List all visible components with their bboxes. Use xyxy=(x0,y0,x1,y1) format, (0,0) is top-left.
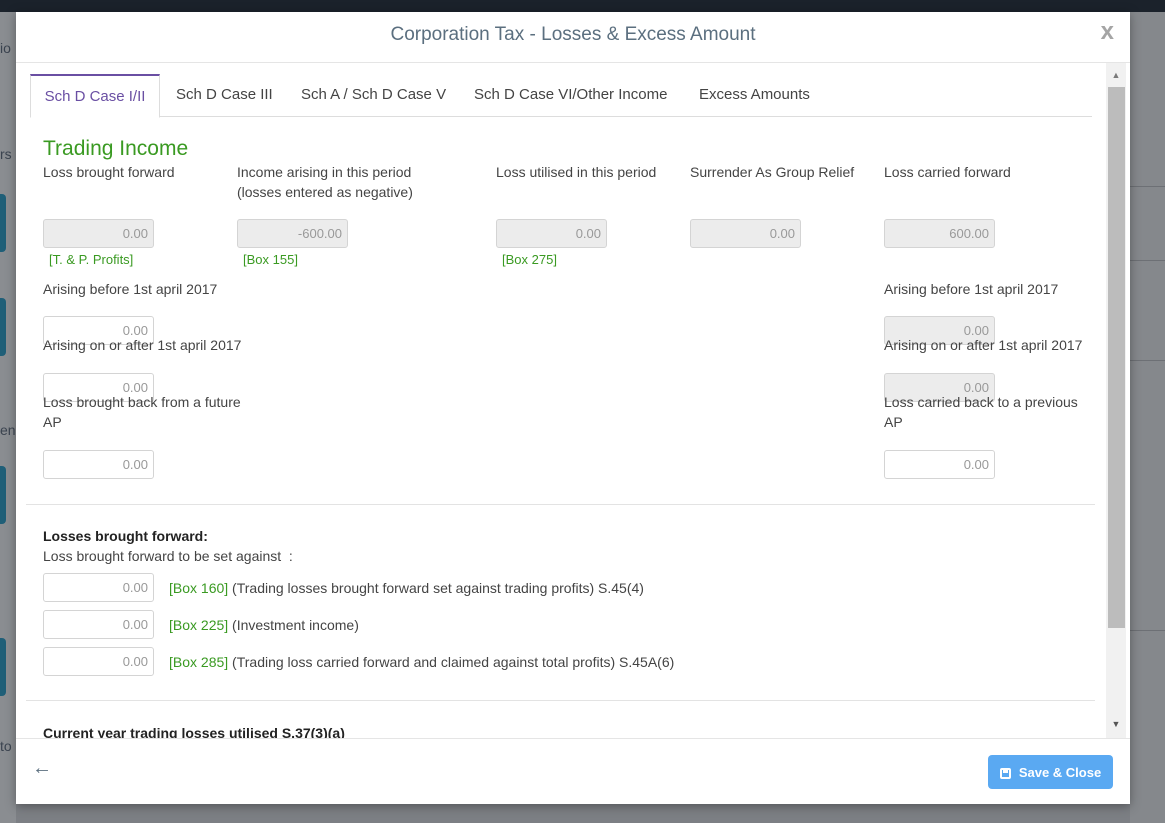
background-left-strip xyxy=(0,12,16,823)
income-arising-note: (losses entered as negative) xyxy=(237,184,413,200)
box-285-text: (Trading loss carried forward and claime… xyxy=(232,654,675,670)
box-ref-160[interactable]: [Box 160] xyxy=(169,580,228,596)
loss-carried-back-input[interactable] xyxy=(884,450,995,479)
background-card xyxy=(0,466,6,524)
box-160-input[interactable] xyxy=(43,573,154,602)
section-divider xyxy=(26,504,1095,505)
box-160-description: [Box 160] (Trading losses brought forwar… xyxy=(169,578,644,598)
loss-carried-forward-input xyxy=(884,219,995,248)
loss-brought-forward-input xyxy=(43,219,154,248)
loss-brought-back-input[interactable] xyxy=(43,450,154,479)
box-160-text: (Trading losses brought forward set agai… xyxy=(232,580,644,596)
background-right-strip xyxy=(1130,12,1165,823)
box-ref-225[interactable]: [Box 225] xyxy=(169,617,228,633)
losses-modal: Corporation Tax - Losses & Excess Amount… xyxy=(16,12,1130,804)
background-card xyxy=(0,194,6,252)
background-text: to xyxy=(0,738,12,754)
modal-body: Sch D Case I/II Sch D Case III Sch A / S… xyxy=(16,63,1130,738)
right-before-2017-label: Arising before 1st april 2017 xyxy=(884,281,1059,297)
background-card xyxy=(0,638,6,696)
background-text: rs xyxy=(0,146,12,162)
save-icon xyxy=(999,767,1011,779)
box-ref-155[interactable]: [Box 155] xyxy=(243,252,298,267)
tab-sch-d-case-iii[interactable]: Sch D Case III xyxy=(176,74,273,115)
background-text: io xyxy=(0,40,11,56)
loss-utilised-label: Loss utilised in this period xyxy=(496,164,657,180)
right-after-2017-label: Arising on or after 1st april 2017 xyxy=(884,337,1083,353)
save-and-close-label: Save & Close xyxy=(1018,764,1102,780)
box-ref-275[interactable]: [Box 275] xyxy=(502,252,557,267)
loss-brought-forward-label: Loss brought forward xyxy=(43,164,175,180)
loss-carried-back-label: Loss carried back to a previous xyxy=(884,394,1078,410)
scroll-down-arrow-icon[interactable]: ▼ xyxy=(1106,719,1126,729)
loss-brought-back-label-ap: AP xyxy=(43,414,62,430)
box-225-text: (Investment income) xyxy=(232,617,359,633)
current-year-heading: Current year trading losses utilised S.3… xyxy=(43,725,345,738)
loss-carried-forward-label: Loss carried forward xyxy=(884,164,1011,180)
background-divider xyxy=(1130,186,1165,187)
box-225-input[interactable] xyxy=(43,610,154,639)
background-topbar xyxy=(0,0,1165,12)
box-ref-285[interactable]: [Box 285] xyxy=(169,654,228,670)
loss-utilised-input xyxy=(496,219,607,248)
loss-brought-back-label: Loss brought back from a future xyxy=(43,394,241,410)
modal-footer: ← Save & Close xyxy=(16,738,1130,805)
back-arrow-icon[interactable]: ← xyxy=(32,757,52,780)
modal-header: Corporation Tax - Losses & Excess Amount… xyxy=(16,12,1130,63)
tab-bar: Sch D Case I/II Sch D Case III Sch A / S… xyxy=(30,74,1092,118)
background-divider xyxy=(1130,630,1165,631)
left-after-2017-label: Arising on or after 1st april 2017 xyxy=(43,337,242,353)
tab-sch-d-case-vi-other-income[interactable]: Sch D Case VI/Other Income xyxy=(474,74,667,115)
surrender-group-relief-label: Surrender As Group Relief xyxy=(690,164,855,180)
loss-carried-back-label-ap: AP xyxy=(884,414,903,430)
background-divider xyxy=(1130,260,1165,261)
tab-sch-a-sch-d-case-v[interactable]: Sch A / Sch D Case V xyxy=(301,74,446,115)
close-icon[interactable]: x xyxy=(1101,18,1114,46)
background-divider xyxy=(1130,360,1165,361)
left-before-2017-label: Arising before 1st april 2017 xyxy=(43,281,218,297)
losses-bf-subheading: Loss brought forward to be set against : xyxy=(43,548,293,564)
vertical-scrollbar[interactable]: ▲ ▼ xyxy=(1106,63,1126,738)
save-and-close-button[interactable]: Save & Close xyxy=(988,755,1113,789)
background-text: en xyxy=(0,422,16,438)
background-card xyxy=(0,298,6,356)
scroll-up-arrow-icon[interactable]: ▲ xyxy=(1106,70,1126,80)
box-225-description: [Box 225] (Investment income) xyxy=(169,615,359,635)
tab-excess-amounts[interactable]: Excess Amounts xyxy=(699,74,810,115)
surrender-group-relief-input xyxy=(690,219,801,248)
tab-sch-d-case-i-ii[interactable]: Sch D Case I/II xyxy=(30,74,160,118)
box-ref-tp-profits[interactable]: [T. & P. Profits] xyxy=(49,252,133,267)
scrollbar-thumb[interactable] xyxy=(1108,87,1125,628)
income-arising-label: Income arising in this period xyxy=(237,164,412,180)
income-arising-input xyxy=(237,219,348,248)
box-285-description: [Box 285] (Trading loss carried forward … xyxy=(169,652,674,672)
section-title-trading-income: Trading Income xyxy=(43,137,189,160)
losses-bf-heading: Losses brought forward: xyxy=(43,528,208,544)
section-divider xyxy=(26,700,1095,701)
modal-title: Corporation Tax - Losses & Excess Amount xyxy=(390,24,756,45)
box-285-input[interactable] xyxy=(43,647,154,676)
